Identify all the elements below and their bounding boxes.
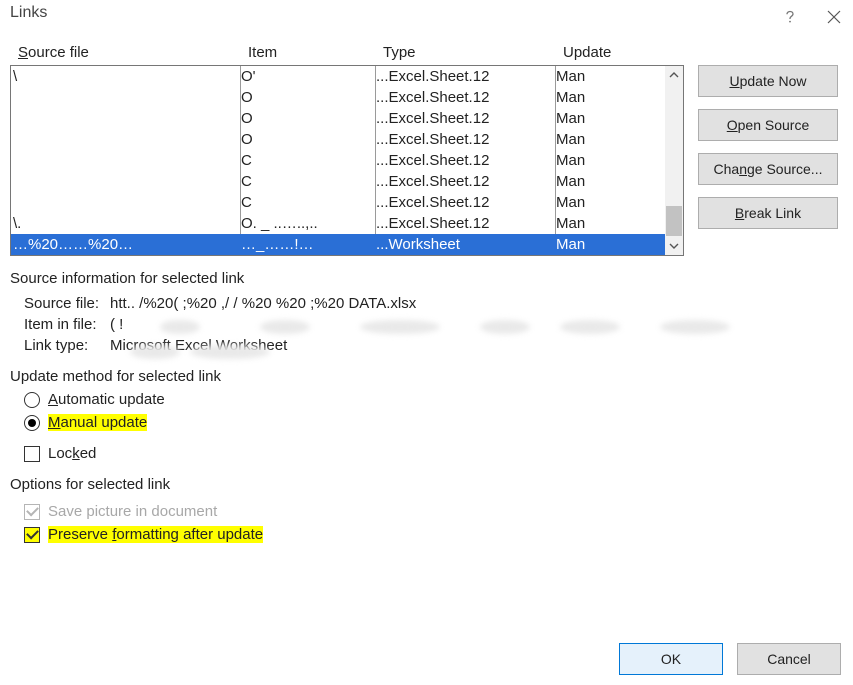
checkbox-locked[interactable]	[24, 446, 40, 462]
cell-update: Man	[556, 171, 636, 192]
label-locked[interactable]: Locked	[48, 445, 96, 462]
change-source-button[interactable]: Change Source...	[698, 153, 838, 185]
cell-update: Man	[556, 87, 636, 108]
cell-source	[11, 87, 241, 108]
section-options: Options for selected link	[10, 476, 843, 493]
table-row[interactable]: C...Excel.Sheet.12Man	[11, 192, 665, 213]
cell-item: …_……!…	[241, 234, 376, 255]
cell-item: C	[241, 171, 376, 192]
close-icon[interactable]	[823, 6, 845, 28]
cell-update: Man	[556, 129, 636, 150]
table-row[interactable]: C...Excel.Sheet.12Man	[11, 171, 665, 192]
table-row[interactable]: O...Excel.Sheet.12Man	[11, 87, 665, 108]
label-source-file: Source file:	[10, 295, 110, 312]
cell-item: O. _ ..…..,..	[241, 213, 376, 234]
col-item[interactable]: Item	[248, 44, 383, 61]
scroll-thumb[interactable]	[666, 206, 682, 236]
cell-update: Man	[556, 108, 636, 129]
scroll-down-icon[interactable]	[665, 237, 683, 255]
cell-source: \.	[11, 213, 241, 234]
cell-update: Man	[556, 150, 636, 171]
cell-update: Man	[556, 66, 636, 87]
cell-type: ...Excel.Sheet.12	[376, 108, 556, 129]
ok-button[interactable]: OK	[619, 643, 723, 675]
label-link-type: Link type:	[10, 337, 110, 354]
cell-type: ...Excel.Sheet.12	[376, 171, 556, 192]
checkbox-preserve-formatting[interactable]	[24, 527, 40, 543]
table-row[interactable]: O...Excel.Sheet.12Man	[11, 129, 665, 150]
col-source[interactable]: Source file	[18, 44, 248, 61]
table-row[interactable]: C...Excel.Sheet.12Man	[11, 150, 665, 171]
label-item-in-file: Item in file:	[10, 316, 110, 333]
cell-update: Man	[556, 213, 636, 234]
label-preserve-formatting[interactable]: Preserve formatting after update	[48, 526, 263, 543]
radio-automatic[interactable]	[24, 392, 40, 408]
cell-source	[11, 108, 241, 129]
cell-source: …%20……%20…	[11, 234, 241, 255]
list-header: Source file Item Type Update	[10, 38, 843, 65]
cell-type: ...Excel.Sheet.12	[376, 66, 556, 87]
table-row[interactable]: \O'...Excel.Sheet.12Man	[11, 66, 665, 87]
col-update[interactable]: Update	[563, 44, 643, 61]
cell-type: ...Excel.Sheet.12	[376, 150, 556, 171]
label-automatic[interactable]: Automatic update	[48, 391, 165, 408]
update-now-button[interactable]: Update Now	[698, 65, 838, 97]
cell-source: \	[11, 66, 241, 87]
col-type[interactable]: Type	[383, 44, 563, 61]
label-save-picture: Save picture in document	[48, 503, 217, 520]
table-row[interactable]: \.O. _ ..…..,.....Excel.Sheet.12Man	[11, 213, 665, 234]
cell-item: C	[241, 150, 376, 171]
cell-type: ...Excel.Sheet.12	[376, 213, 556, 234]
cell-type: ...Excel.Sheet.12	[376, 192, 556, 213]
value-item-in-file: ( !	[110, 316, 843, 333]
section-info: Source information for selected link	[10, 270, 843, 287]
cell-type: ...Excel.Sheet.12	[376, 129, 556, 150]
cell-item: O	[241, 108, 376, 129]
cell-update: Man	[556, 234, 636, 255]
cell-type: ...Excel.Sheet.12	[376, 87, 556, 108]
list-scrollbar[interactable]	[665, 66, 683, 255]
cell-source	[11, 129, 241, 150]
cell-source	[11, 171, 241, 192]
cell-source	[11, 150, 241, 171]
cell-item: C	[241, 192, 376, 213]
cell-update: Man	[556, 192, 636, 213]
help-icon[interactable]	[779, 6, 801, 28]
cell-item: O	[241, 129, 376, 150]
dialog-title: Links	[10, 4, 47, 22]
table-row[interactable]: …%20……%20……_……!…...WorksheetMan	[11, 234, 665, 255]
cell-item: O	[241, 87, 376, 108]
cancel-button[interactable]: Cancel	[737, 643, 841, 675]
value-source-file: htt.. /%20( ;%20 ,/ / %20 %20 ;%20 DATA.…	[110, 295, 843, 312]
cell-item: O'	[241, 66, 376, 87]
links-listbox[interactable]: \O'...Excel.Sheet.12ManO...Excel.Sheet.1…	[10, 65, 684, 256]
label-manual[interactable]: Manual update	[48, 414, 147, 431]
section-method: Update method for selected link	[10, 368, 843, 385]
cell-source	[11, 192, 241, 213]
cell-type: ...Worksheet	[376, 234, 556, 255]
table-row[interactable]: O...Excel.Sheet.12Man	[11, 108, 665, 129]
open-source-button[interactable]: Open Source	[698, 109, 838, 141]
radio-manual[interactable]	[24, 415, 40, 431]
checkbox-save-picture	[24, 504, 40, 520]
scroll-up-icon[interactable]	[665, 66, 683, 84]
break-link-button[interactable]: Break Link	[698, 197, 838, 229]
